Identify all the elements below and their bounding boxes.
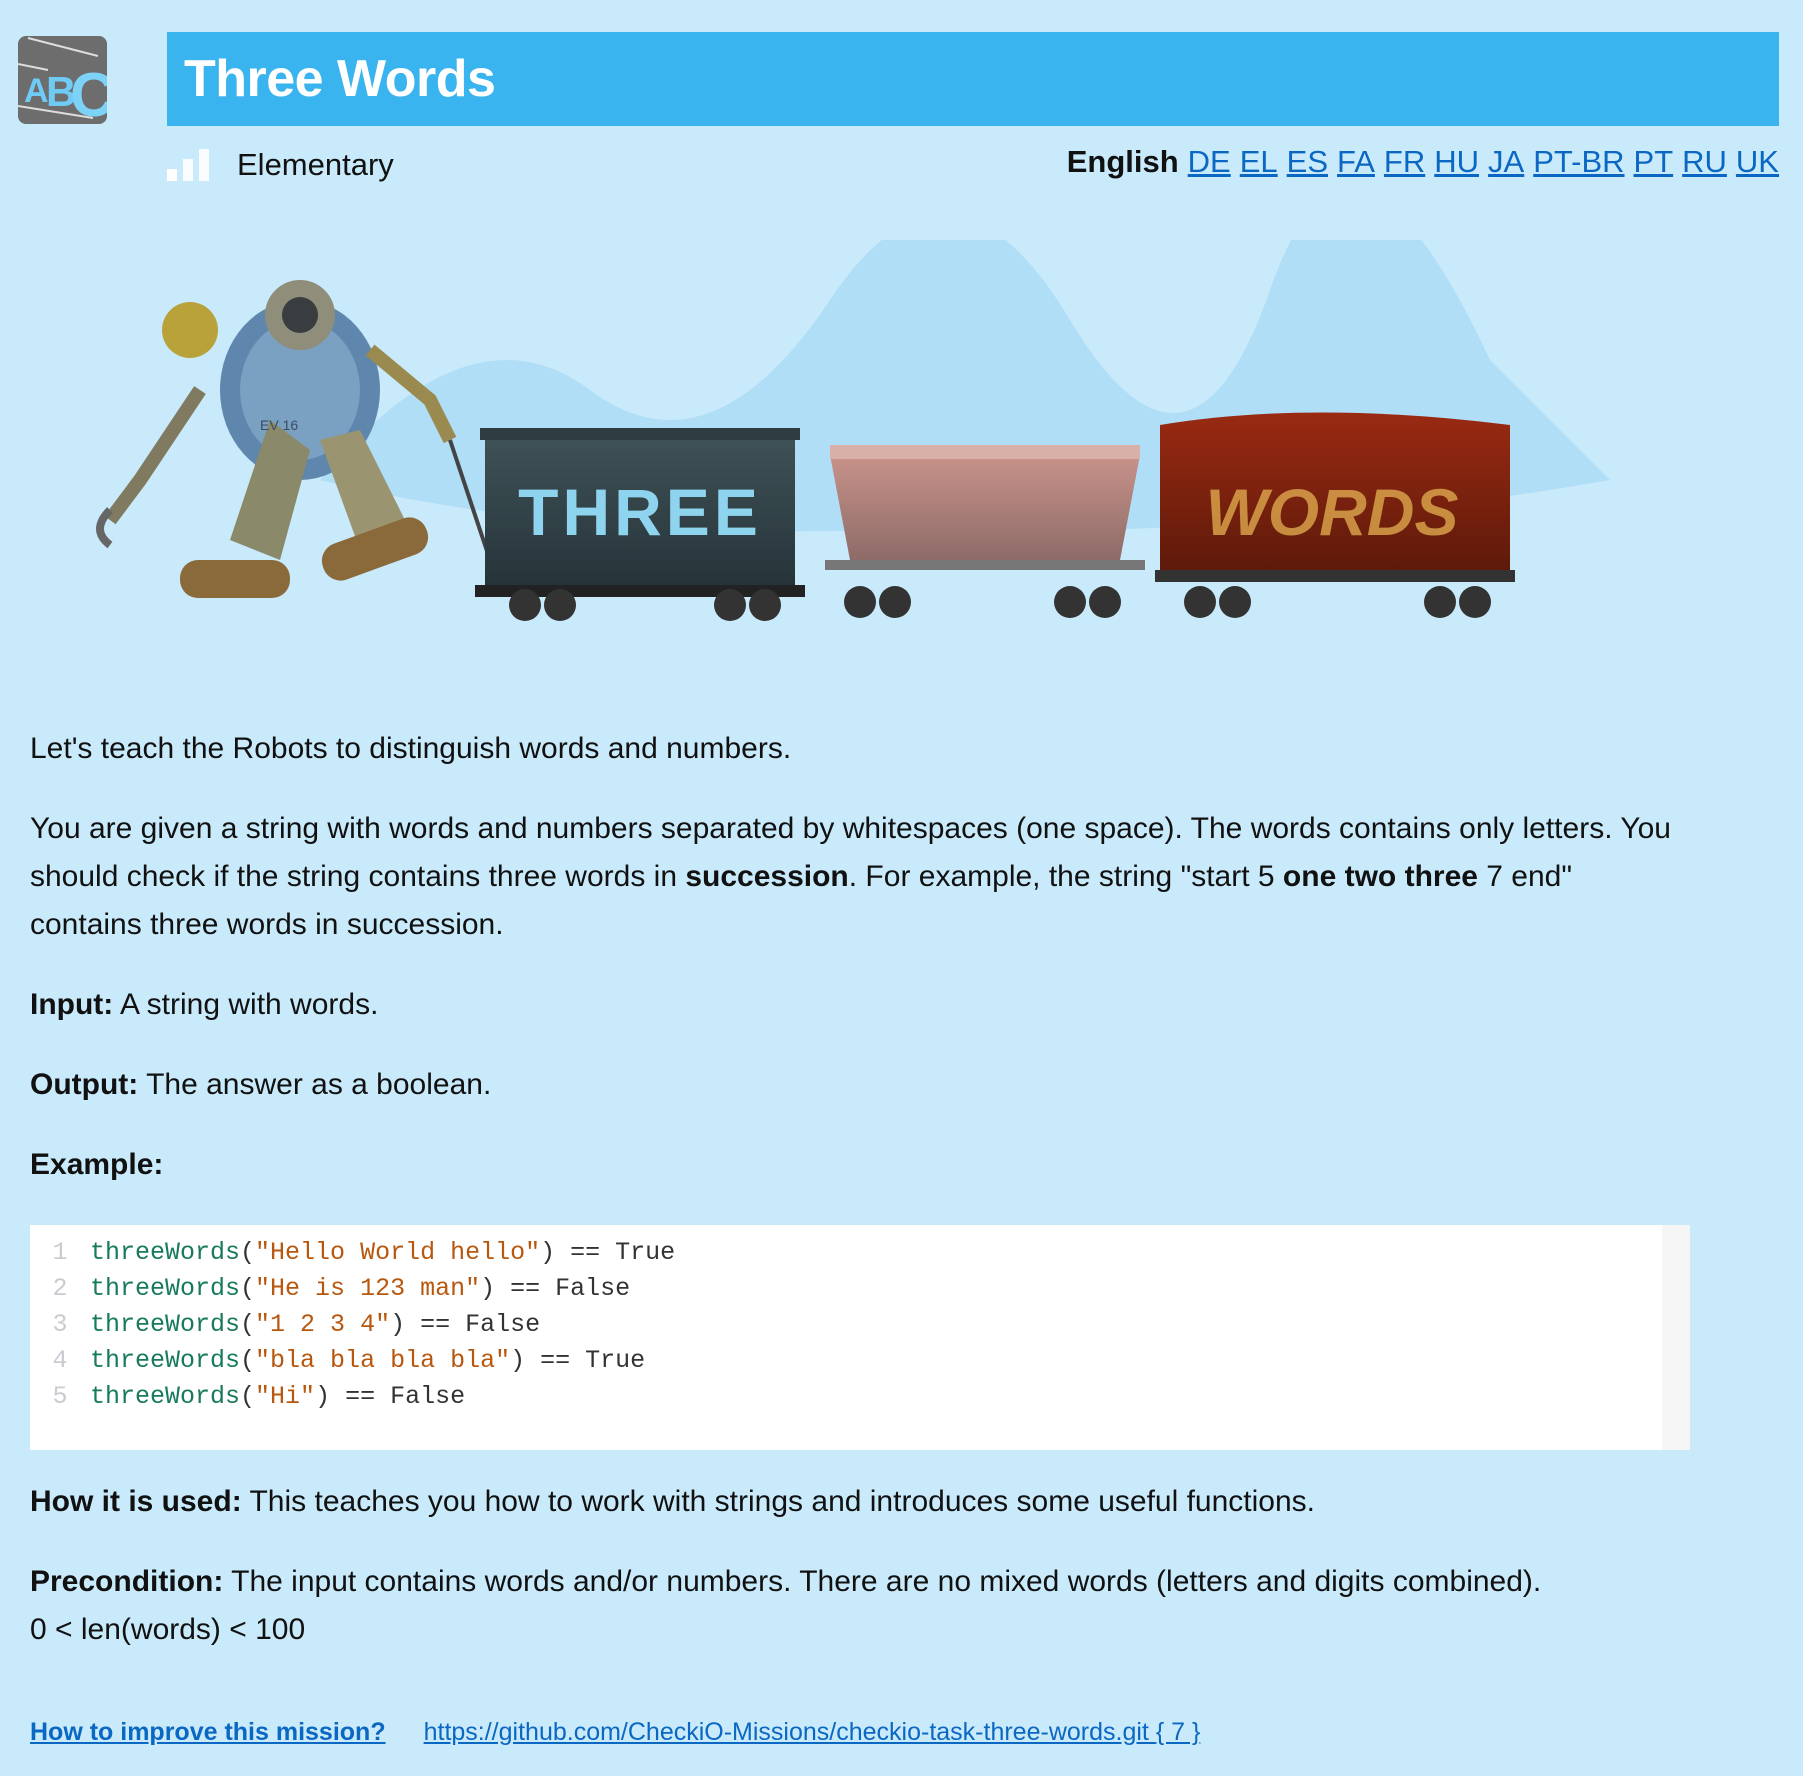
svg-text:A: A: [24, 72, 49, 110]
lang-link-de[interactable]: DE: [1188, 144, 1231, 180]
example-heading: Example:: [30, 1148, 164, 1181]
wagon-words: WORDS: [1155, 412, 1515, 618]
lang-link-uk[interactable]: UK: [1736, 144, 1779, 180]
lang-link-fr[interactable]: FR: [1384, 144, 1425, 180]
lang-link-ru[interactable]: RU: [1682, 144, 1727, 180]
language-switcher: English DE EL ES FA FR HU JA PT-BR PT RU…: [1067, 140, 1779, 184]
title-bar: Three Words: [167, 32, 1779, 126]
precondition-text: Precondition: The input contains words a…: [30, 1565, 1542, 1646]
footer-links: How to improve this mission? https://git…: [30, 1718, 1200, 1747]
lang-link-fa[interactable]: FA: [1337, 144, 1375, 180]
usage-text: How it is used: This teaches you how to …: [30, 1485, 1316, 1518]
lang-link-pt-br[interactable]: PT-BR: [1533, 144, 1624, 180]
task-paragraph: You are given a string with words and nu…: [30, 812, 1671, 941]
svg-text:EV 16: EV 16: [260, 417, 298, 433]
line-number: 3: [52, 1310, 68, 1339]
mission-description: Let's teach the Robots to distinguish wo…: [30, 725, 1690, 1221]
difficulty-bars-icon: [167, 149, 209, 181]
lang-link-el[interactable]: EL: [1240, 144, 1278, 180]
improve-mission-link[interactable]: How to improve this mission?: [30, 1718, 386, 1747]
svg-text:THREE: THREE: [518, 475, 762, 549]
code-example: 1 threeWords("Hello World hello") == True…: [30, 1225, 1690, 1450]
code-line: 4 threeWords("bla bla bla bla") == True: [30, 1343, 1662, 1379]
mission-illustration: EV 16 THREE WORDS: [70, 190, 1630, 640]
line-number: 5: [52, 1382, 68, 1411]
mission-logo: A B C: [17, 36, 115, 130]
lang-link-ja[interactable]: JA: [1488, 144, 1524, 180]
code-line: 3 threeWords("1 2 3 4") == False: [30, 1307, 1662, 1343]
wagon-three: THREE: [475, 428, 805, 621]
svg-text:C: C: [70, 61, 107, 124]
mission-notes: How it is used: This teaches you how to …: [30, 1478, 1690, 1686]
svg-text:WORDS: WORDS: [1206, 475, 1459, 549]
input-spec: Input: A string with words.: [30, 988, 379, 1021]
difficulty-label: Elementary: [237, 147, 394, 182]
code-line: 2 threeWords("He is 123 man") == False: [30, 1271, 1662, 1307]
lang-link-pt[interactable]: PT: [1634, 144, 1674, 180]
lang-link-es[interactable]: ES: [1287, 144, 1328, 180]
repo-link[interactable]: https://github.com/CheckiO-Missions/chec…: [424, 1718, 1201, 1747]
line-number: 2: [52, 1274, 68, 1303]
line-number: 1: [52, 1238, 68, 1267]
difficulty-indicator: Elementary: [167, 140, 394, 190]
output-spec: Output: The answer as a boolean.: [30, 1068, 492, 1101]
code-line: 5 threeWords("Hi") == False: [30, 1379, 1662, 1415]
current-language: English: [1066, 144, 1179, 179]
lang-link-hu[interactable]: HU: [1434, 144, 1479, 180]
page-title: Three Words: [184, 50, 496, 108]
line-number: 4: [52, 1346, 68, 1375]
code-line: 1 threeWords("Hello World hello") == True: [30, 1235, 1662, 1271]
wagon-hopper: [825, 445, 1145, 618]
intro-text: Let's teach the Robots to distinguish wo…: [30, 732, 792, 765]
